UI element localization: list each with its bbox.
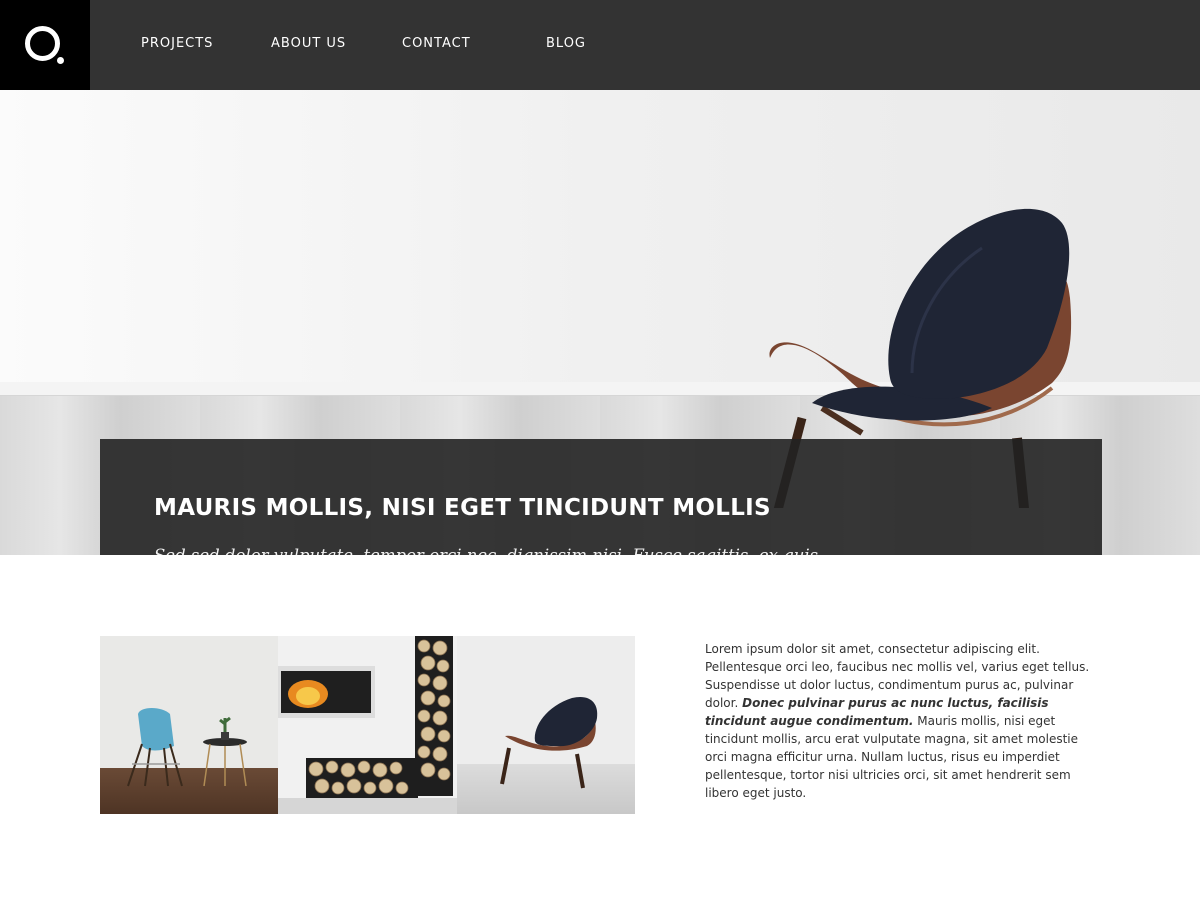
nav-item-projects[interactable]: PROJECTS [141,36,213,51]
interior-collage-image [100,636,635,814]
fireplace-image [278,636,457,814]
nav-item-blog[interactable]: BLOG [546,36,586,51]
logo-ring-icon [25,26,60,61]
hero-subtitle: Sed sed dolor vulputate, tempor orci nec… [154,543,844,555]
hero-banner: MAURIS MOLLIS, NISI EGET TINCIDUNT MOLLI… [0,90,1200,555]
logo-link[interactable] [0,0,90,90]
logo-dot-icon [57,57,64,64]
small-lounge-chair-image [500,696,598,789]
blue-side-chair-image [127,708,247,787]
intro-paragraph: Lorem ipsum dolor sit amet, consectetur … [705,640,1090,802]
collage-panel-side-chair [100,636,278,814]
collage-panel-lounge-chair [457,636,635,814]
hero-caption-panel: MAURIS MOLLIS, NISI EGET TINCIDUNT MOLLI… [100,439,1102,555]
top-navbar: PROJECTS ABOUT US CONTACT BLOG [0,0,1200,90]
nav-item-contact[interactable]: CONTACT [402,36,471,51]
nav-item-about-us[interactable]: ABOUT US [271,36,346,51]
collage-panel-fireplace [278,636,457,814]
hero-title: MAURIS MOLLIS, NISI EGET TINCIDUNT MOLLI… [154,495,771,521]
